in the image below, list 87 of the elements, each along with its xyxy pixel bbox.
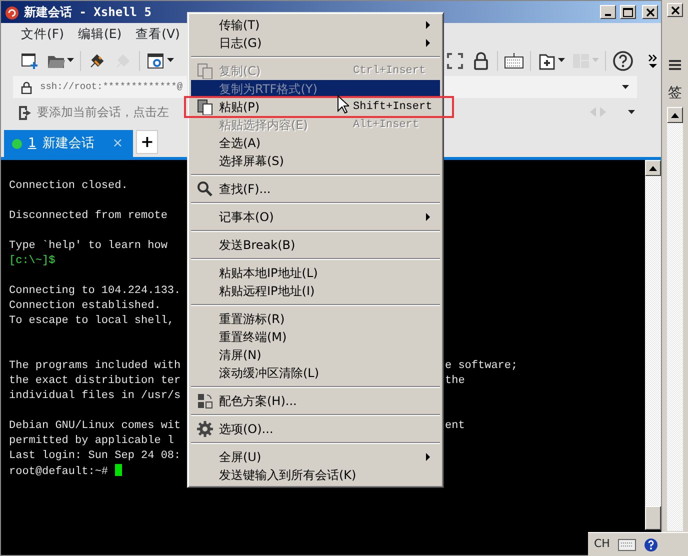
right-arrow-icon xyxy=(600,107,606,117)
menu-item[interactable]: 发送键输入到所有会话(K) xyxy=(191,466,440,484)
terminal-text: e software; xyxy=(445,359,519,374)
terminal-text: the exact distribution ter xyxy=(9,375,181,387)
caret-icon xyxy=(592,58,599,63)
close-icon xyxy=(670,6,680,14)
side-text: 签 xyxy=(668,84,682,103)
terminal-text: individual files in /usr/s xyxy=(9,390,181,402)
scroll-thumb[interactable] xyxy=(645,506,661,530)
language-indicator[interactable]: CH xyxy=(594,536,610,553)
color-scheme-icon xyxy=(197,393,213,409)
fullscreen-icon xyxy=(445,50,465,70)
info-text: 要添加当前会话，点击左 xyxy=(37,104,169,121)
terminal-text: Disconnected from remote xyxy=(9,210,168,222)
terminal-text: To escape to local shell, xyxy=(9,315,174,327)
left-arrow-icon xyxy=(590,107,596,117)
copy-icon xyxy=(197,63,213,79)
menu-item[interactable]: 记事本(O) xyxy=(191,208,440,226)
lock-icon xyxy=(471,50,491,70)
menu-item[interactable]: 查找(F)... xyxy=(191,180,440,198)
menu-item[interactable]: 清屏(N) xyxy=(191,346,440,364)
menu-item[interactable]: 发送Break(B) xyxy=(191,236,440,254)
address-text: ssh://root:*************@ xyxy=(40,80,183,94)
menu-icon xyxy=(669,59,681,71)
keyboard-icon xyxy=(618,538,636,550)
tab-title: 新建会话 xyxy=(42,134,94,153)
menu-item[interactable]: 日志(G) xyxy=(191,34,440,52)
caret-icon xyxy=(622,85,629,89)
new-tab-button[interactable]: + xyxy=(136,130,158,154)
tab-number: 1 xyxy=(28,134,36,153)
terminal-text: Connecting to 104.224.133. xyxy=(9,285,181,297)
maximize-icon xyxy=(623,8,633,16)
menu-item[interactable]: 选择屏幕(S) xyxy=(191,152,440,170)
terminal-text: the xyxy=(445,374,466,389)
menu-item[interactable]: 编辑(E) xyxy=(78,24,122,44)
search-icon xyxy=(197,181,213,197)
terminal-text: Connection closed. xyxy=(9,180,128,192)
text-cursor xyxy=(115,464,122,476)
up-arrow-icon xyxy=(649,166,657,170)
properties-icon xyxy=(146,50,166,70)
menu-item[interactable]: 粘贴本地IP地址(L) xyxy=(191,264,440,282)
terminal-text: Debian GNU/Linux comes wit xyxy=(9,420,181,432)
prompt-text: [c:\~]$ xyxy=(9,255,56,267)
help-icon xyxy=(644,538,658,552)
minimize-icon xyxy=(605,14,611,16)
terminal-text: permitted by applicable l xyxy=(9,435,174,447)
up-arrow-icon xyxy=(671,112,679,118)
menu-item[interactable]: 重置终端(M) xyxy=(191,328,440,346)
menu-item[interactable]: 查看(V) xyxy=(136,24,180,44)
keyboard-icon xyxy=(504,50,524,70)
session-tab[interactable]: 1 新建会话 × xyxy=(4,130,134,157)
help-icon xyxy=(612,50,634,72)
menu-item[interactable]: 重置游标(R) xyxy=(191,310,440,328)
mouse-pointer-icon xyxy=(337,95,349,114)
paste-icon xyxy=(197,99,213,115)
caret-icon xyxy=(67,58,74,63)
lock-icon xyxy=(21,80,32,94)
menu-item[interactable]: 全屏(U) xyxy=(191,448,440,466)
scrollbar[interactable] xyxy=(645,160,661,530)
menu-item[interactable]: 选项(O)... xyxy=(191,420,440,438)
new-session-icon xyxy=(20,50,40,70)
caret-icon xyxy=(167,58,174,63)
terminal-text: ent xyxy=(445,419,466,434)
close-button[interactable] xyxy=(642,5,658,19)
maximize-button[interactable] xyxy=(620,5,636,19)
terminal-text: The programs included with xyxy=(9,360,181,372)
terminal-text: Connection established. xyxy=(9,300,161,312)
menu-item[interactable]: 粘贴远程IP地址(I) xyxy=(191,282,440,300)
minimize-button[interactable] xyxy=(600,5,616,19)
overflow-icon xyxy=(648,54,658,68)
menu-item[interactable]: 配色方案(H)... xyxy=(191,392,440,410)
window-title: 新建会话 - Xshell 5 xyxy=(24,4,152,21)
terminal-text: Last login: Sun Sep 24 08: xyxy=(9,450,181,462)
menu-item[interactable]: 文件(F) xyxy=(21,24,64,44)
add-session-icon xyxy=(17,104,33,120)
menu-item[interactable]: 传输(T) xyxy=(191,16,440,34)
gear-icon xyxy=(197,421,213,437)
close-button[interactable] xyxy=(667,3,683,17)
menu-item[interactable]: 全选(A) xyxy=(191,134,440,152)
caret-icon xyxy=(628,110,635,114)
scrollbar[interactable] xyxy=(667,107,683,531)
caret-icon xyxy=(558,58,565,63)
menu-item[interactable]: 滚动缓冲区清除(L) xyxy=(191,364,440,382)
close-icon xyxy=(646,8,654,16)
terminal-text: root@default:~# xyxy=(9,466,108,478)
app-logo-icon xyxy=(4,4,20,20)
terminal-text: Type `help' to learn how xyxy=(9,240,168,252)
